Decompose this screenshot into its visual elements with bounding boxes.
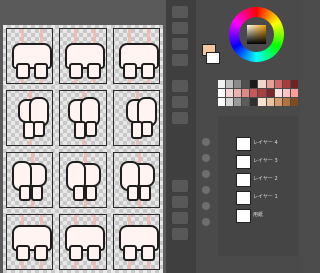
right-panel: レイヤー 4 レイヤー 3 レイヤー 2 レイヤー 1 用紙: [196, 0, 300, 273]
layer-thumbnail: [236, 137, 251, 151]
tool-button[interactable]: [172, 54, 188, 66]
tool-button[interactable]: [172, 6, 188, 18]
color-palette[interactable]: [218, 80, 298, 106]
frame-cell[interactable]: [59, 214, 107, 270]
layer-panel: レイヤー 4 レイヤー 3 レイヤー 2 レイヤー 1 用紙: [218, 116, 298, 256]
panel-button[interactable]: [202, 138, 210, 146]
tool-button[interactable]: [172, 80, 188, 92]
layer-row[interactable]: 用紙: [222, 208, 298, 223]
tool-button[interactable]: [172, 196, 188, 208]
panel-button[interactable]: [202, 202, 210, 210]
frame-cell[interactable]: [6, 152, 54, 208]
color-wheel[interactable]: [229, 7, 284, 62]
frame-cell[interactable]: [112, 214, 160, 270]
frame-cell[interactable]: [112, 152, 160, 208]
layer-thumbnail: [236, 155, 251, 169]
frame-cell[interactable]: [6, 90, 54, 146]
frame-cell[interactable]: [59, 90, 107, 146]
layer-name: レイヤー 4: [253, 140, 278, 146]
layer-row[interactable]: レイヤー 3: [222, 154, 298, 169]
layer-row[interactable]: レイヤー 1: [222, 190, 298, 205]
tool-strip: [166, 0, 196, 273]
frame-cell[interactable]: [6, 214, 54, 270]
frame-cell[interactable]: [112, 28, 160, 84]
layer-name: 用紙: [253, 212, 264, 218]
panel-button[interactable]: [202, 186, 210, 194]
canvas-area[interactable]: [0, 0, 166, 273]
frame-cell[interactable]: [59, 152, 107, 208]
layer-row[interactable]: レイヤー 4: [222, 136, 298, 151]
layer-name: レイヤー 1: [253, 194, 278, 200]
sprite-sheet-canvas[interactable]: [3, 25, 163, 273]
layer-thumbnail: [236, 209, 251, 223]
tool-button[interactable]: [172, 228, 188, 240]
tool-button[interactable]: [172, 180, 188, 192]
layer-row[interactable]: レイヤー 2: [222, 172, 298, 187]
frame-cell[interactable]: [59, 28, 107, 84]
panel-button[interactable]: [202, 170, 210, 178]
tool-button[interactable]: [172, 96, 188, 108]
tool-button[interactable]: [172, 212, 188, 224]
layer-name: レイヤー 3: [253, 158, 278, 164]
frame-grid: [3, 25, 163, 273]
saturation-value-square[interactable]: [247, 25, 266, 44]
tool-button[interactable]: [172, 112, 188, 124]
tool-button[interactable]: [172, 38, 188, 50]
background-color-swatch[interactable]: [206, 52, 220, 64]
layer-name: レイヤー 2: [253, 176, 278, 182]
layer-thumbnail: [236, 173, 251, 187]
panel-button[interactable]: [202, 218, 210, 226]
panel-button[interactable]: [202, 154, 210, 162]
frame-cell[interactable]: [112, 90, 160, 146]
layer-thumbnail: [236, 191, 251, 205]
tool-button[interactable]: [172, 22, 188, 34]
frame-cell[interactable]: [6, 28, 54, 84]
